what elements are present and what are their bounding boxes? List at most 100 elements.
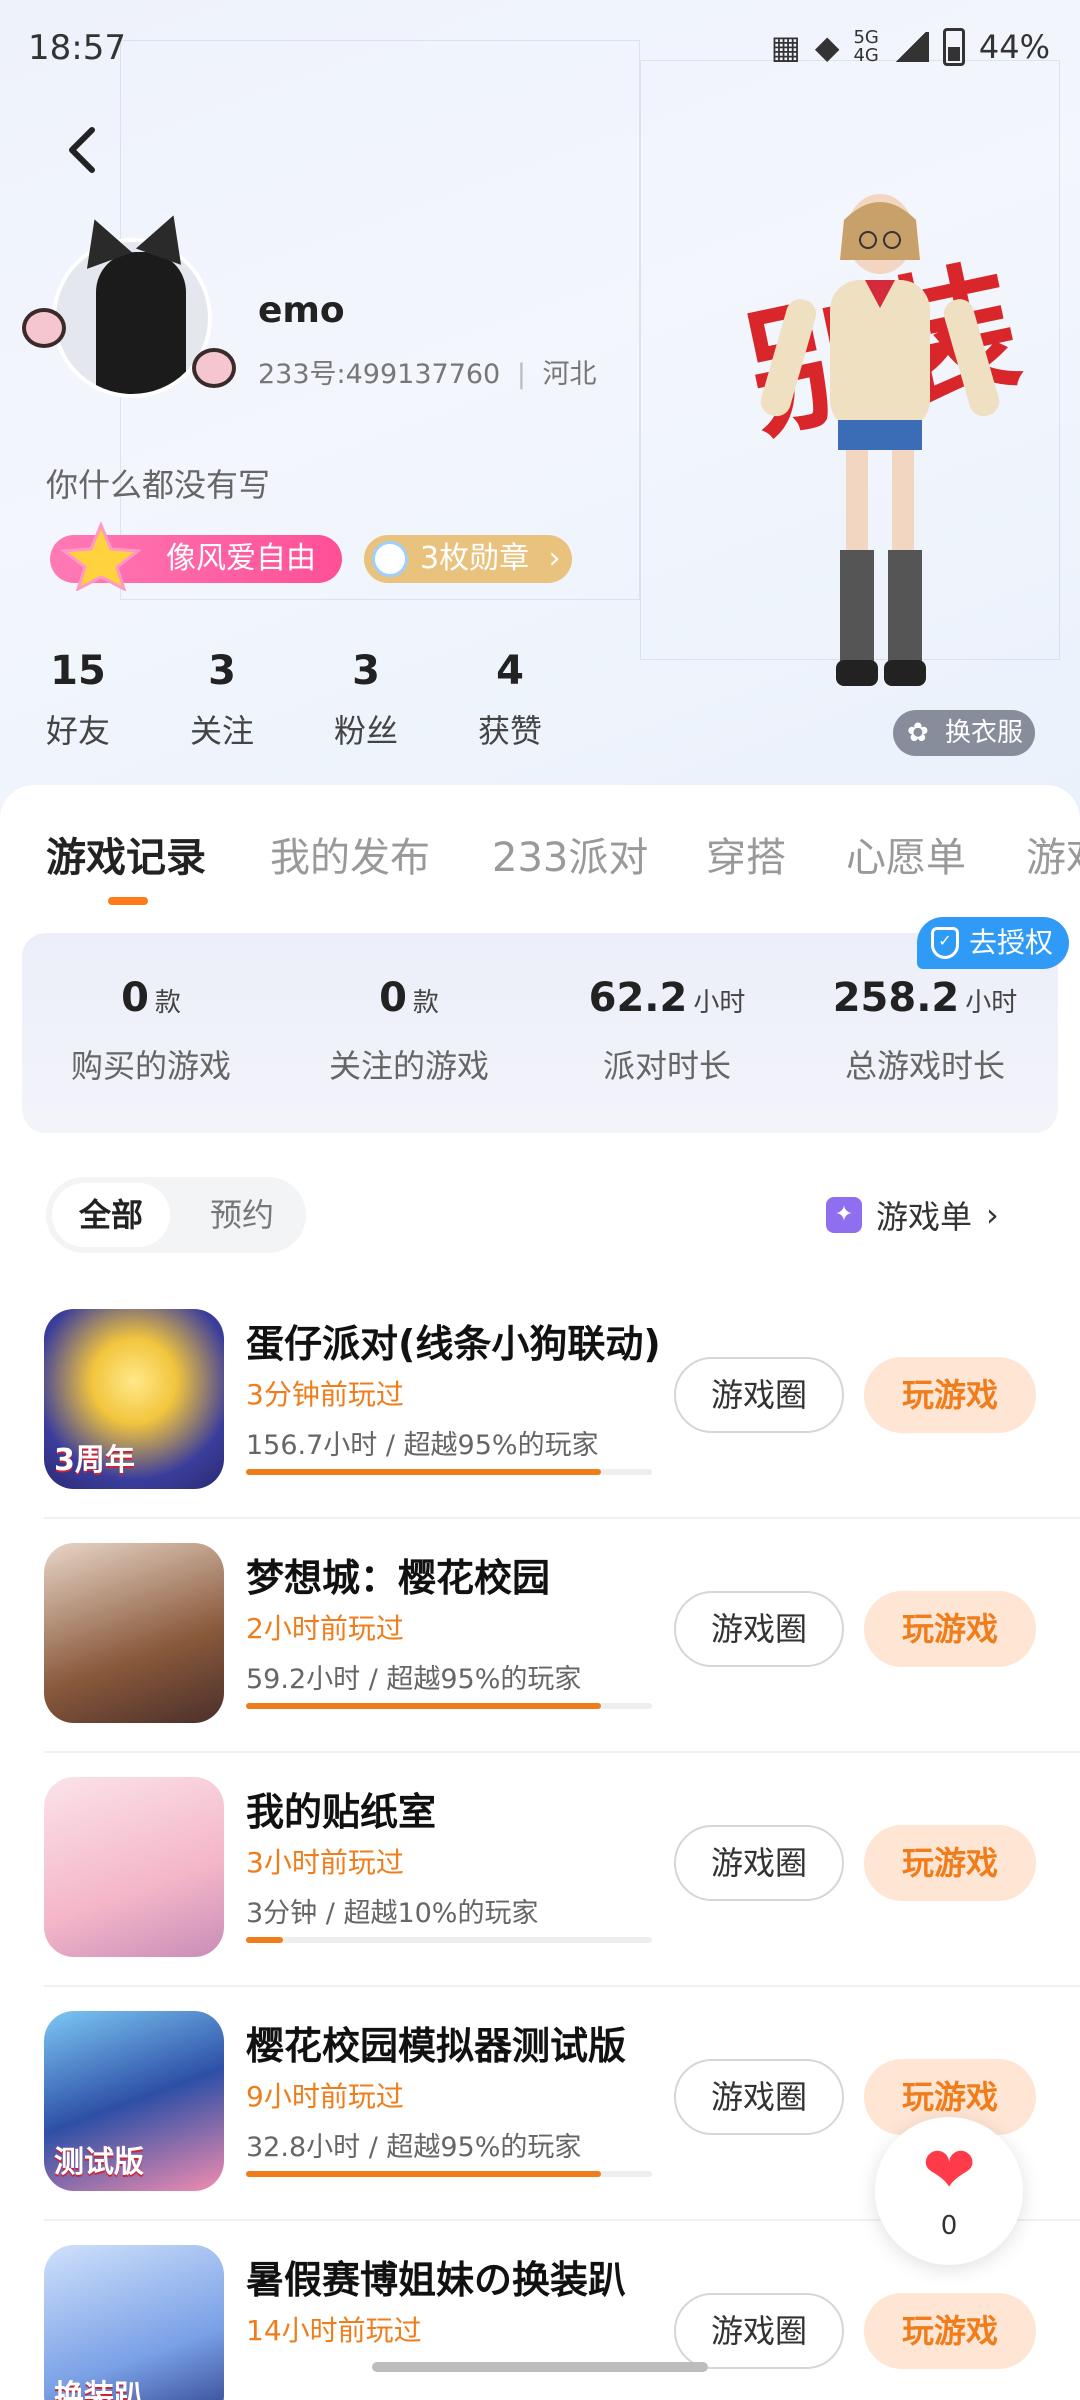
summary-value: 0款	[280, 975, 538, 1021]
stat-following[interactable]: 3 关注	[162, 648, 282, 752]
play-game-button[interactable]: 玩游戏	[864, 1825, 1036, 1901]
tab-my-posts[interactable]: 我的发布	[270, 825, 430, 883]
chevron-left-icon	[69, 127, 95, 173]
playtime-progress-fill	[246, 1937, 284, 1943]
separator: |	[516, 359, 526, 390]
tab-outfits[interactable]: 穿搭	[706, 825, 786, 883]
game-playtime-stat: 59.2小时 / 超越95%的玩家	[246, 1664, 582, 1695]
playtime-progress	[246, 1703, 652, 1709]
medals-button[interactable]: 3枚勋章 ›	[364, 535, 572, 583]
summary-purchased[interactable]: 0款 购买的游戏	[22, 975, 280, 1087]
active-tab-indicator	[108, 897, 148, 905]
summary-unit: 小时	[965, 988, 1018, 1018]
sparkle-icon: ✦	[826, 1197, 862, 1233]
playtime-progress	[246, 1469, 652, 1475]
network-type: 5G 4G	[853, 29, 878, 65]
playtime-progress-fill	[246, 2171, 601, 2177]
summary-value: 258.2 小时	[796, 975, 1054, 1021]
home-indicator[interactable]	[372, 2362, 708, 2372]
game-title: 暑假赛博姐妹の换装趴	[246, 2258, 627, 2302]
game-last-played: 3小时前玩过	[246, 1846, 404, 1879]
user-bio: 你什么都没有写	[46, 466, 271, 504]
title-tag[interactable]: 像风爱自由	[50, 521, 342, 591]
summary-followed[interactable]: 0款 关注的游戏	[280, 975, 538, 1087]
game-icon-label: 换装趴	[54, 2379, 144, 2400]
stat-value: 4	[496, 648, 524, 694]
summary-party-time[interactable]: 62.2 小时 派对时长	[538, 975, 796, 1087]
battery-percent: 44%	[978, 28, 1050, 66]
game-list-link[interactable]: ✦ 游戏单 ›	[826, 1193, 999, 1237]
game-playtime-stat: 156.7小时 / 超越95%的玩家	[246, 1430, 599, 1461]
stat-likes[interactable]: 4 获赞	[450, 648, 570, 752]
tab-bar: 游戏记录 我的发布 233派对 穿搭 心愿单 游戏	[0, 825, 1080, 905]
game-row[interactable]: 3周年 蛋仔派对(线条小狗联动) 3分钟前玩过 156.7小时 / 超越95%的玩家 游…	[0, 1285, 1080, 1519]
status-icons: ▦ ◆ 5G 4G 44%	[771, 28, 1050, 66]
game-summary-card: 0款 购买的游戏 0款 关注的游戏 62.2 小时 派对时长 258.2 小时 总游…	[22, 933, 1058, 1133]
authorize-label: 去授权	[969, 926, 1054, 959]
chevron-right-icon: ›	[548, 541, 561, 576]
summary-number: 0	[121, 975, 149, 1021]
change-outfit-label: 换衣服	[945, 718, 1024, 748]
game-icon-label: 测试版	[54, 2145, 144, 2180]
game-row[interactable]: 梦想城：樱花校园 2小时前玩过 59.2小时 / 超越95%的玩家 游戏圈 玩游戏	[0, 1519, 1080, 1753]
stat-label: 粉丝	[333, 712, 398, 750]
wifi-icon: ◆	[814, 28, 840, 66]
game-circle-button[interactable]: 游戏圈	[674, 1357, 844, 1433]
like-button[interactable]: ❤ 0	[875, 2117, 1023, 2265]
summary-unit: 小时	[693, 988, 746, 1018]
summary-label: 关注的游戏	[328, 1047, 489, 1085]
game-title: 樱花校园模拟器测试版	[246, 2024, 627, 2068]
game-icon[interactable]: 3周年	[44, 1309, 224, 1489]
game-last-played: 14小时前玩过	[246, 2314, 422, 2347]
playtime-progress	[246, 1937, 652, 1943]
filter-reserved[interactable]: 预约	[184, 1183, 300, 1247]
status-bar: 18:57 ▦ ◆ 5G 4G 44%	[0, 0, 1080, 100]
summary-number: 258.2	[832, 975, 960, 1021]
avatar-character[interactable]	[720, 190, 1040, 730]
stat-followers[interactable]: 3 粉丝	[306, 648, 426, 752]
tab-game-records[interactable]: 游戏记录	[46, 825, 206, 883]
summary-unit: 款	[412, 988, 439, 1018]
summary-total-time[interactable]: 258.2 小时 总游戏时长	[796, 975, 1054, 1087]
user-id: 233号:499137760 | 河北	[258, 352, 597, 391]
game-row[interactable]: 我的贴纸室 3小时前玩过 3分钟 / 超越10%的玩家 游戏圈 玩游戏	[0, 1753, 1080, 1987]
stat-value: 3	[208, 648, 236, 694]
game-title: 蛋仔派对(线条小狗联动)	[246, 1322, 661, 1366]
stat-label: 获赞	[477, 712, 542, 750]
stat-value: 15	[50, 648, 106, 694]
tab-wishlist[interactable]: 心愿单	[846, 825, 966, 883]
authorize-button[interactable]: ✓ 去授权	[917, 917, 1069, 969]
game-icon[interactable]	[44, 1543, 224, 1723]
summary-label: 购买的游戏	[70, 1047, 231, 1085]
game-circle-button[interactable]: 游戏圈	[674, 2293, 844, 2369]
game-icon[interactable]	[44, 1777, 224, 1957]
user-id-number: 233号:499137760	[258, 359, 501, 390]
stat-friends[interactable]: 15 好友	[18, 648, 138, 752]
play-game-button[interactable]: 玩游戏	[864, 1591, 1036, 1667]
filter-all[interactable]: 全部	[52, 1183, 170, 1247]
status-time: 18:57	[28, 28, 126, 68]
change-outfit-button[interactable]: ✿ 换衣服	[893, 710, 1035, 756]
game-title: 梦想城：樱花校园	[246, 1556, 551, 1600]
game-icon[interactable]: 测试版	[44, 2011, 224, 2191]
outfit-icon: ✿	[907, 718, 929, 748]
medals-label: 3枚勋章	[420, 541, 530, 576]
game-circle-button[interactable]: 游戏圈	[674, 1591, 844, 1667]
game-playtime-stat: 32.8小时 / 超越95%的玩家	[246, 2132, 582, 2163]
tab-games[interactable]: 游戏	[1026, 825, 1080, 883]
back-button[interactable]	[64, 122, 114, 182]
summary-number: 0	[379, 975, 407, 1021]
signal-icon	[892, 32, 929, 62]
avatar[interactable]	[22, 207, 236, 418]
summary-value: 0款	[22, 975, 280, 1021]
tab-233-party[interactable]: 233派对	[492, 825, 648, 883]
play-game-button[interactable]: 玩游戏	[864, 2293, 1036, 2369]
game-circle-button[interactable]: 游戏圈	[674, 1825, 844, 1901]
game-circle-button[interactable]: 游戏圈	[674, 2059, 844, 2135]
title-tag-label: 像风爱自由	[166, 541, 316, 576]
battery-icon	[942, 28, 965, 66]
summary-number: 62.2	[588, 975, 688, 1021]
play-game-button[interactable]: 玩游戏	[864, 1357, 1036, 1433]
game-icon[interactable]: 换装趴	[44, 2245, 224, 2400]
stat-label: 好友	[45, 712, 110, 750]
